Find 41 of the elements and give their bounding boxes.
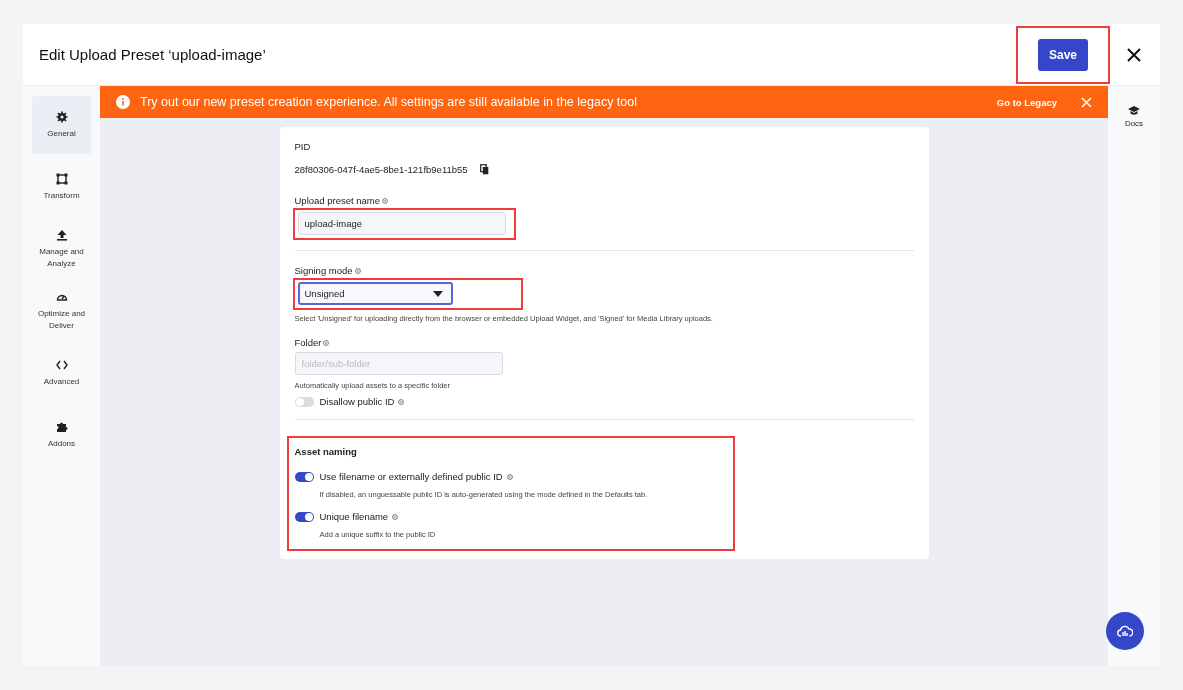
gear-icon xyxy=(55,110,68,123)
toggle-switch[interactable] xyxy=(294,511,314,522)
toggle-switch[interactable] xyxy=(294,471,314,482)
field-label: PID xyxy=(294,141,311,152)
save-button[interactable]: Save xyxy=(1037,38,1088,71)
sidebar-item[interactable]: Manage and Analyze xyxy=(32,220,91,278)
graduation-cap-icon xyxy=(1128,106,1140,116)
info-icon[interactable] xyxy=(382,197,389,204)
info-icon[interactable] xyxy=(392,513,399,520)
signing-mode-dropdown[interactable]: Unsigned xyxy=(297,282,453,305)
sidebar-item[interactable]: Transform xyxy=(32,158,91,216)
sidebar-item[interactable]: Optimize and Deliver xyxy=(32,282,91,340)
toggle-label: Unique filename xyxy=(319,511,389,522)
info-icon[interactable] xyxy=(354,267,361,274)
info-icon xyxy=(116,95,130,109)
field-label: Signing mode xyxy=(294,265,353,276)
dialog-title: Edit Upload Preset ‘upload-image’ xyxy=(39,46,266,63)
info-icon[interactable] xyxy=(398,398,405,405)
toggle-label: Use filename or externally defined public ID xyxy=(319,471,503,482)
preset-name-field[interactable]: upload-image xyxy=(297,212,506,235)
pid-value: 28f80306-047f-4ae5-8be1-121fb9e11b55 xyxy=(294,164,468,175)
caret-icon xyxy=(432,290,443,297)
toggle-label: Disallow public ID xyxy=(319,396,395,407)
puzzle-icon xyxy=(55,420,68,433)
info-icon[interactable] xyxy=(506,473,513,480)
banner-text: Try out our new preset creation experience. All settings are still available in the legacy tool xyxy=(140,95,639,109)
toggle-switch[interactable] xyxy=(294,396,314,407)
section-title: Asset naming xyxy=(294,446,357,457)
cloud-icon xyxy=(1117,625,1133,637)
info-icon[interactable] xyxy=(323,339,330,346)
code-icon xyxy=(55,358,68,371)
copy-icon[interactable] xyxy=(479,164,489,175)
transform-icon xyxy=(55,172,68,185)
upload-icon xyxy=(55,229,68,242)
docs-link[interactable]: Docs xyxy=(1124,106,1144,128)
field-label: Upload preset name xyxy=(294,195,381,206)
close-icon[interactable] xyxy=(1126,46,1142,63)
field-label: Folder xyxy=(294,337,322,348)
sidebar-item[interactable]: Addons xyxy=(32,406,91,464)
sidebar-item[interactable]: Advanced xyxy=(32,344,91,402)
sidebar-item[interactable]: General xyxy=(32,96,91,154)
